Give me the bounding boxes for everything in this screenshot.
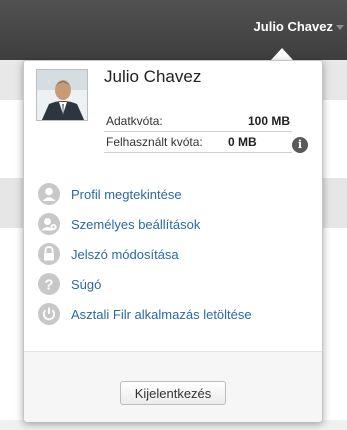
menu-item-label: Asztali Filr alkalmazás letöltése bbox=[71, 306, 252, 322]
avatar bbox=[36, 69, 88, 121]
help-icon: ? bbox=[38, 273, 60, 295]
quota-row: Adatkvóta: 100 MB bbox=[104, 111, 292, 132]
menu-item-personal-settings[interactable]: Személyes beállítások bbox=[38, 209, 318, 239]
used-quota-value: 0 MB bbox=[228, 135, 257, 149]
menu-item-label: Súgó bbox=[71, 276, 102, 292]
background-band-left bbox=[0, 178, 24, 228]
popup-pointer bbox=[271, 48, 293, 60]
user-popup: Julio Chavez Adatkvóta: 100 MB Felhaszná… bbox=[23, 60, 323, 422]
lock-icon bbox=[38, 243, 60, 265]
menu-item-label: Személyes beállítások bbox=[71, 216, 201, 232]
menu-item-download-desktop-app[interactable]: Asztali Filr alkalmazás letöltése bbox=[38, 299, 318, 329]
menu-item-label: Profil megtekintése bbox=[71, 186, 182, 202]
logout-button[interactable]: Kijelentkezés bbox=[120, 381, 226, 405]
menu-item-change-password[interactable]: Jelszó módosítása bbox=[38, 239, 318, 269]
menu-item-label: Jelszó módosítása bbox=[71, 246, 179, 262]
power-icon bbox=[38, 303, 60, 325]
user-menu-trigger[interactable]: Julio Chavez bbox=[254, 19, 333, 34]
chevron-down-icon[interactable] bbox=[336, 25, 344, 30]
svg-text:?: ? bbox=[44, 277, 53, 294]
used-quota-row: Felhasznált kvóta: 0 MB bbox=[104, 132, 292, 153]
quota-label: Adatkvóta: bbox=[106, 114, 163, 128]
user-menu: Profil megtekintése Személyes beállításo… bbox=[38, 179, 318, 329]
quota-value: 100 MB bbox=[247, 114, 290, 128]
top-bar: Julio Chavez bbox=[0, 0, 347, 60]
user-name: Julio Chavez bbox=[104, 67, 202, 86]
used-quota-label: Felhasznált kvóta: bbox=[106, 135, 203, 149]
background-band-right bbox=[321, 178, 347, 228]
personal-settings-icon bbox=[38, 213, 60, 235]
menu-item-help[interactable]: ? Súgó bbox=[38, 269, 318, 299]
info-icon[interactable]: i bbox=[292, 137, 308, 153]
menu-item-view-profile[interactable]: Profil megtekintése bbox=[38, 179, 318, 209]
quota-table: Adatkvóta: 100 MB Felhasznált kvóta: 0 M… bbox=[104, 111, 292, 153]
profile-icon bbox=[38, 183, 60, 205]
